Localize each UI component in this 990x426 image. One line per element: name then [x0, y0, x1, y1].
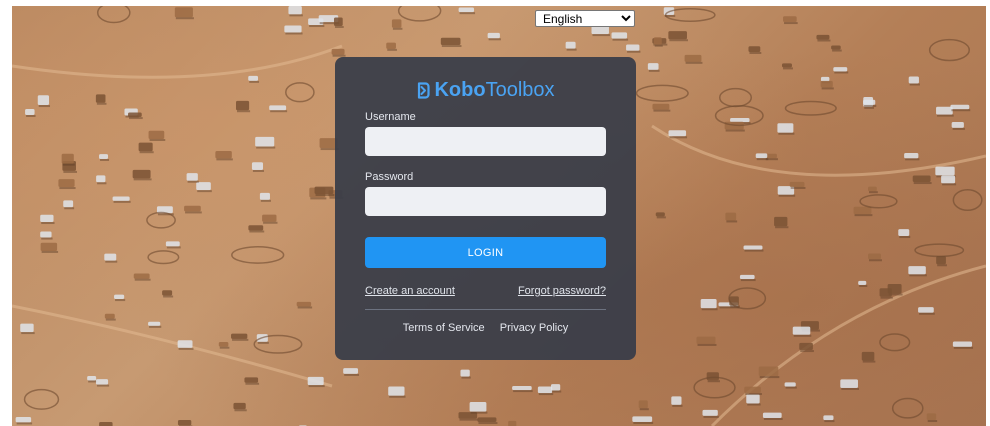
divider: [365, 309, 606, 310]
footer-links: Terms of Service Privacy Policy: [335, 322, 636, 334]
create-account-link[interactable]: Create an account: [365, 285, 455, 297]
logo-text-bold: Kobo: [434, 79, 486, 101]
terms-of-service-link[interactable]: Terms of Service: [403, 322, 485, 334]
forgot-password-link[interactable]: Forgot password?: [518, 285, 606, 297]
username-input[interactable]: [365, 127, 606, 156]
privacy-policy-link[interactable]: Privacy Policy: [500, 322, 568, 334]
kobotoolbox-logo: KoboToolbox: [335, 79, 636, 101]
logo-text-light: Toolbox: [485, 79, 555, 101]
password-input[interactable]: [365, 187, 606, 216]
password-label: Password: [365, 171, 414, 183]
language-select[interactable]: English: [535, 10, 635, 27]
login-card: KoboToolbox Username Password LOGIN Crea…: [335, 57, 636, 360]
username-label: Username: [365, 111, 416, 123]
login-button[interactable]: LOGIN: [365, 237, 606, 268]
kobo-logo-icon: [418, 82, 431, 99]
